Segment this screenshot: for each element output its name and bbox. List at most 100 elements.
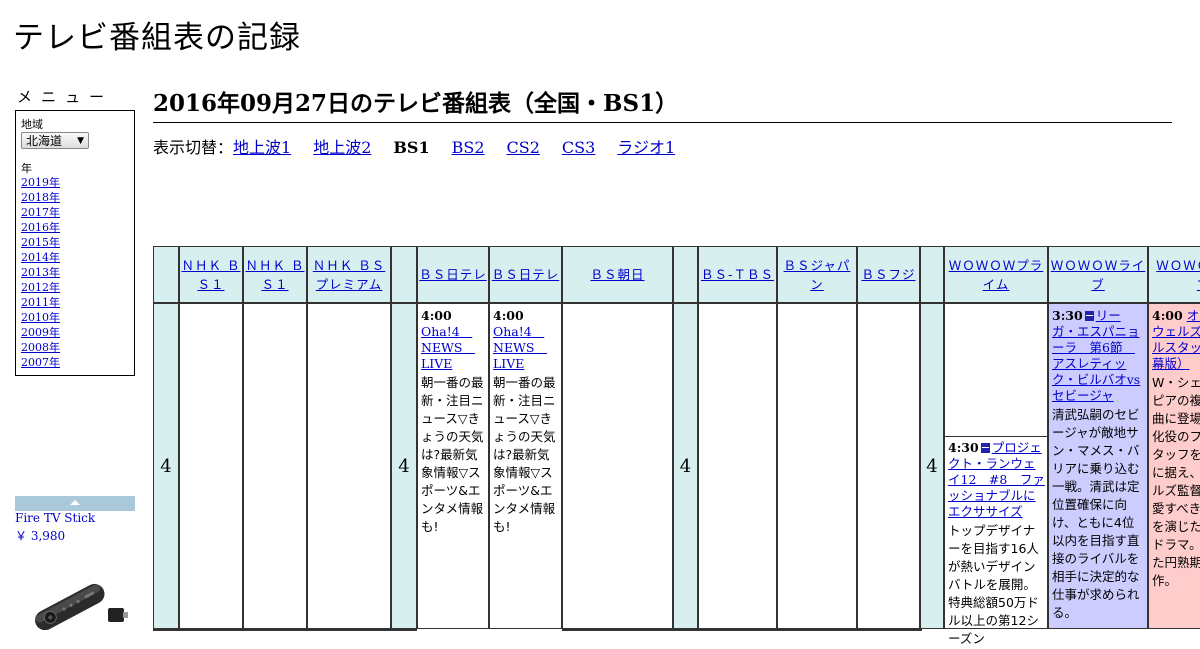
year-link[interactable]: 2008年 [21, 341, 60, 354]
program-entry: 3:30 リーガ・エスパニョーラ 第6節 アスレティック・ビルバオvsセビージャ … [1052, 308, 1145, 622]
switch-terrestrial-1[interactable]: 地上波1 [233, 138, 291, 157]
year-link[interactable]: 2018年 [21, 191, 60, 204]
channel-link[interactable]: ＢＳフジ [861, 265, 915, 284]
year-link[interactable]: 2013年 [21, 266, 60, 279]
switch-bs1-current: BS1 [393, 138, 430, 157]
next-row-border [391, 629, 417, 649]
channel-link[interactable]: ＮＨＫ ＢＳプレミアム [308, 256, 390, 294]
channel-link[interactable]: ＮＨＫ ＢＳ１ [244, 256, 306, 294]
program-time: 4:00 [1152, 308, 1183, 323]
channel-header: ＮＨＫ ＢＳ１ [243, 246, 307, 303]
chevron-down-icon: ▼ [77, 136, 84, 146]
program-cell: 4:30 プロジェクト・ランウェイ12 #8 ファッショナブルにエクササイズ トッ… [944, 303, 1048, 646]
program-entry: 4:00 Oha!4 NEWS LIVE 朝一番の最新・注目ニュース▽きょうの天… [421, 308, 486, 536]
channel-header: ＮＨＫ ＢＳ１ [179, 246, 243, 303]
region-select[interactable]: 北海道 ▼ [21, 132, 89, 149]
program-description: W・シェイクスピアの複数の戯曲に登場する道化役のフォルスタッフを主人公に据え、O… [1152, 375, 1200, 588]
channel-link[interactable]: ＷＯＷＯＷシネマ [1155, 256, 1200, 294]
channel-header: ＢＳ朝日 [562, 246, 673, 303]
switch-cs3[interactable]: CS3 [562, 138, 595, 157]
program-cell-empty [857, 303, 920, 629]
year-link[interactable]: 2016年 [21, 221, 60, 234]
hour-cell: 4 [153, 303, 179, 629]
channel-header: ＷＯＷＯＷプライム [944, 246, 1048, 303]
year-link[interactable]: 2014年 [21, 251, 60, 264]
ad-product-price: ￥ 3,980 [15, 529, 66, 543]
next-row-border [153, 629, 391, 649]
switch-radio-1[interactable]: ラジオ1 [617, 138, 675, 157]
channel-header: ＢＳフジ [857, 246, 920, 303]
program-cell: 4:00 オーソン・ウェルズのフォルスタッフ（字幕版） W・シェイクスピアの複数… [1148, 303, 1200, 629]
menu-box: 地域 北海道 ▼ 年 2019年 2018年 2017年 2016年 2015年… [15, 110, 135, 376]
program-cell-empty [777, 303, 857, 629]
ad-product-name[interactable]: Fire TV Stick [15, 511, 95, 525]
hour-header-cell [153, 246, 179, 303]
program-title-link[interactable]: Oha!4 NEWS LIVE [421, 324, 475, 371]
program-description: トップデザイナーを目指す16人が熱いデザインバトルを展開。特典総額50万ドル以上… [948, 523, 1039, 646]
program-cell-empty [179, 303, 243, 629]
channel-header: ＮＨＫ ＢＳプレミアム [307, 246, 391, 303]
program-time: 3:30 [1052, 308, 1083, 323]
year-link[interactable]: 2011年 [21, 296, 60, 309]
channel-header: ＷＯＷＯＷライブ [1048, 246, 1148, 303]
program-cell-empty [307, 303, 391, 629]
channel-link[interactable]: ＷＯＷＯＷプライム [945, 256, 1047, 294]
program-description: 朝一番の最新・注目ニュース▽きょうの天気は?最新気象情報▽スポーツ&エンタメ情報… [493, 375, 556, 534]
channel-link[interactable]: ＢＳ日テレ [419, 265, 487, 284]
year-link[interactable]: 2009年 [21, 326, 60, 339]
view-switcher: 表示切替：地上波1 地上波2 BS1 BS2 CS2 CS3 ラジオ1 [153, 134, 697, 158]
program-time: 4:00 [421, 308, 452, 323]
region-select-value: 北海道 [26, 134, 63, 148]
program-cell-empty [243, 303, 307, 629]
program-entry: 4:00 オーソン・ウェルズのフォルスタッフ（字幕版） W・シェイクスピアの複数… [1152, 308, 1200, 590]
channel-header: ＢＳジャパン [777, 246, 857, 303]
switch-cs2[interactable]: CS2 [507, 138, 540, 157]
hour-cell: 4 [920, 303, 944, 629]
hour-header-cell [920, 246, 944, 303]
channel-link[interactable]: ＢＳ-ＴＢＳ [701, 265, 774, 284]
channel-link[interactable]: ＮＨＫ ＢＳ１ [180, 256, 242, 294]
channel-header: ＢＳ日テレ [489, 246, 562, 303]
year-list: 2019年 2018年 2017年 2016年 2015年 2014年 2013… [21, 175, 60, 370]
hour-header-cell [391, 246, 417, 303]
channel-link[interactable]: ＢＳ朝日 [590, 265, 644, 284]
program-entry: 4:30 プロジェクト・ランウェイ12 #8 ファッショナブルにエクササイズ トッ… [948, 440, 1045, 648]
year-link[interactable]: 2010年 [21, 311, 60, 324]
program-title-link[interactable]: Oha!4 NEWS LIVE [493, 324, 547, 371]
program-table: ＮＨＫ ＢＳ１ ＮＨＫ ＢＳ１ ＮＨＫ ＢＳプレミアム ＢＳ日テレ ＢＳ日テレ … [153, 246, 1200, 646]
next-row-border [562, 629, 922, 649]
menu-title: メニュー [17, 88, 114, 106]
switch-terrestrial-2[interactable]: 地上波2 [313, 138, 371, 157]
year-link[interactable]: 2019年 [21, 176, 60, 189]
switch-bs2[interactable]: BS2 [452, 138, 485, 157]
page-title: 2016年09月27日のテレビ番組表（全国・BS1） [153, 84, 1172, 123]
year-link[interactable]: 2015年 [21, 236, 60, 249]
ad-collapse-bar[interactable] [15, 496, 135, 511]
year-link[interactable]: 2007年 [21, 356, 60, 369]
hour-cell: 4 [391, 303, 417, 629]
site-title: テレビ番組表の記録 [13, 20, 301, 56]
program-cell: 3:30 リーガ・エスパニョーラ 第6節 アスレティック・ビルバオvsセビージャ … [1048, 303, 1148, 629]
program-description: 朝一番の最新・注目ニュース▽きょうの天気は?最新気象情報▽スポーツ&エンタメ情報… [421, 375, 484, 534]
channel-header: ＢＳ日テレ [417, 246, 489, 303]
program-cell: 4:00 Oha!4 NEWS LIVE 朝一番の最新・注目ニュース▽きょうの天… [489, 303, 562, 629]
channel-link[interactable]: ＢＳ日テレ [492, 265, 560, 284]
year-label: 年 [21, 162, 32, 175]
year-link[interactable]: 2017年 [21, 206, 60, 219]
region-label: 地域 [21, 118, 43, 131]
subtitle-icon [980, 443, 990, 453]
hour-header-cell [673, 246, 698, 303]
program-cell-empty [562, 303, 673, 629]
channel-link[interactable]: ＢＳジャパン [778, 256, 856, 294]
subtitle-icon [1084, 311, 1094, 321]
hour-cell: 4 [673, 303, 698, 629]
channel-header: ＷＯＷＯＷシネマ [1148, 246, 1200, 303]
program-time: 4:00 [493, 308, 524, 323]
year-link[interactable]: 2012年 [21, 281, 60, 294]
fire-tv-stick-remote-icon[interactable] [22, 572, 128, 630]
program-cell: 4:00 Oha!4 NEWS LIVE 朝一番の最新・注目ニュース▽きょうの天… [417, 303, 489, 629]
program-cell-empty [698, 303, 777, 629]
channel-link[interactable]: ＷＯＷＯＷライブ [1049, 256, 1147, 294]
channel-header: ＢＳ-ＴＢＳ [698, 246, 777, 303]
program-time: 4:30 [948, 440, 979, 455]
